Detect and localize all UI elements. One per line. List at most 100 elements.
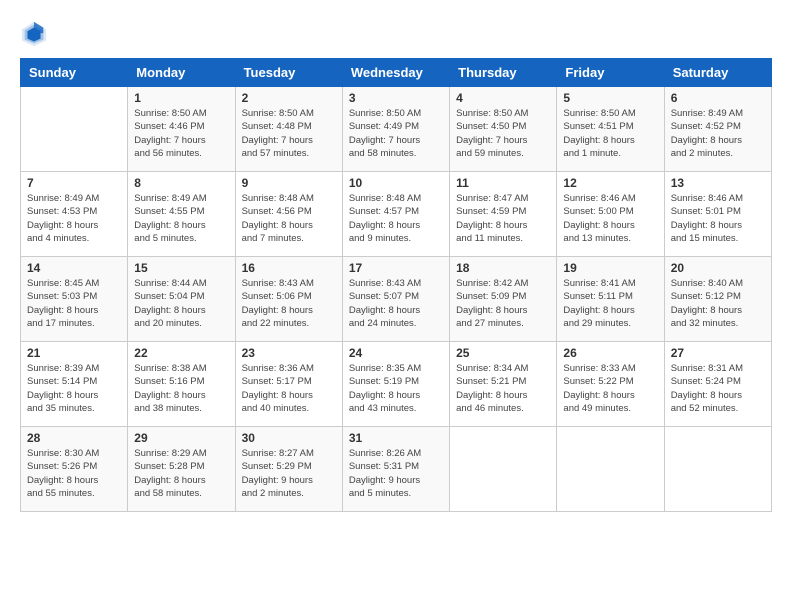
calendar-cell: 9Sunrise: 8:48 AM Sunset: 4:56 PM Daylig… (235, 172, 342, 257)
calendar-week-row: 28 Sunrise: 8:30 AM Sunset: 5:26 PM Dayli… (21, 427, 772, 512)
calendar-cell: 31 Sunrise: 8:26 AM Sunset: 5:31 PM Dayli… (342, 427, 449, 512)
day-number: 16 (242, 261, 336, 275)
weekday-header-friday: Friday (557, 59, 664, 87)
day-info: Sunrise: 8:31 AM Sunset: 5:24 PM Dayligh… (671, 362, 765, 415)
day-info: Sunrise: 8:46 AM Sunset: 5:01 PM Dayligh… (671, 192, 765, 245)
calendar-cell: 23Sunrise: 8:36 AM Sunset: 5:17 PM Dayli… (235, 342, 342, 427)
day-info: Sunrise: 8:50 AM Sunset: 4:46 PM Dayligh… (134, 107, 228, 160)
calendar-cell: 5Sunrise: 8:50 AM Sunset: 4:51 PM Daylig… (557, 87, 664, 172)
calendar-cell: 2Sunrise: 8:50 AM Sunset: 4:48 PM Daylig… (235, 87, 342, 172)
calendar-cell: 18 Sunrise: 8:42 AM Sunset: 5:09 PM Dayli… (450, 257, 557, 342)
day-info: Sunrise: 8:47 AM Sunset: 4:59 PM Dayligh… (456, 192, 550, 245)
calendar-cell: 3 Sunrise: 8:50 AM Sunset: 4:49 PM Daylig… (342, 87, 449, 172)
day-number: 23 (242, 346, 336, 360)
calendar-cell: 24 Sunrise: 8:35 AM Sunset: 5:19 PM Dayli… (342, 342, 449, 427)
calendar-week-row: 14 Sunrise: 8:45 AM Sunset: 5:03 PM Dayli… (21, 257, 772, 342)
day-info: Sunrise: 8:40 AM Sunset: 5:12 PM Dayligh… (671, 277, 765, 330)
day-info: Sunrise: 8:50 AM Sunset: 4:51 PM Dayligh… (563, 107, 657, 160)
calendar-cell: 11 Sunrise: 8:47 AM Sunset: 4:59 PM Dayli… (450, 172, 557, 257)
day-number: 29 (134, 431, 228, 445)
calendar-cell: 29 Sunrise: 8:29 AM Sunset: 5:28 PM Dayli… (128, 427, 235, 512)
day-number: 24 (349, 346, 443, 360)
day-info: Sunrise: 8:27 AM Sunset: 5:29 PM Dayligh… (242, 447, 336, 500)
day-number: 21 (27, 346, 121, 360)
calendar-cell: 15 Sunrise: 8:44 AM Sunset: 5:04 PM Dayli… (128, 257, 235, 342)
calendar-cell: 7 Sunrise: 8:49 AM Sunset: 4:53 PM Daylig… (21, 172, 128, 257)
calendar-cell: 27Sunrise: 8:31 AM Sunset: 5:24 PM Dayli… (664, 342, 771, 427)
day-number: 28 (27, 431, 121, 445)
calendar-body: 1 Sunrise: 8:50 AM Sunset: 4:46 PM Daylig… (21, 87, 772, 512)
day-info: Sunrise: 8:49 AM Sunset: 4:55 PM Dayligh… (134, 192, 228, 245)
day-number: 4 (456, 91, 550, 105)
day-number: 17 (349, 261, 443, 275)
calendar-cell: 6Sunrise: 8:49 AM Sunset: 4:52 PM Daylig… (664, 87, 771, 172)
calendar-cell: 17 Sunrise: 8:43 AM Sunset: 5:07 PM Dayli… (342, 257, 449, 342)
day-info: Sunrise: 8:43 AM Sunset: 5:06 PM Dayligh… (242, 277, 336, 330)
day-info: Sunrise: 8:30 AM Sunset: 5:26 PM Dayligh… (27, 447, 121, 500)
calendar-cell: 30 Sunrise: 8:27 AM Sunset: 5:29 PM Dayli… (235, 427, 342, 512)
day-number: 3 (349, 91, 443, 105)
weekday-header-saturday: Saturday (664, 59, 771, 87)
calendar-cell (557, 427, 664, 512)
calendar-cell: 28 Sunrise: 8:30 AM Sunset: 5:26 PM Dayli… (21, 427, 128, 512)
calendar-cell: 25 Sunrise: 8:34 AM Sunset: 5:21 PM Dayli… (450, 342, 557, 427)
calendar-header: SundayMondayTuesdayWednesdayThursdayFrid… (21, 59, 772, 87)
day-number: 22 (134, 346, 228, 360)
calendar-cell: 21 Sunrise: 8:39 AM Sunset: 5:14 PM Dayli… (21, 342, 128, 427)
day-number: 7 (27, 176, 121, 190)
day-info: Sunrise: 8:34 AM Sunset: 5:21 PM Dayligh… (456, 362, 550, 415)
calendar-cell (450, 427, 557, 512)
day-number: 20 (671, 261, 765, 275)
day-info: Sunrise: 8:48 AM Sunset: 4:57 PM Dayligh… (349, 192, 443, 245)
day-number: 26 (563, 346, 657, 360)
logo-icon (20, 20, 48, 48)
day-number: 11 (456, 176, 550, 190)
weekday-header-monday: Monday (128, 59, 235, 87)
calendar-cell: 1 Sunrise: 8:50 AM Sunset: 4:46 PM Daylig… (128, 87, 235, 172)
calendar-cell: 20 Sunrise: 8:40 AM Sunset: 5:12 PM Dayli… (664, 257, 771, 342)
day-info: Sunrise: 8:50 AM Sunset: 4:49 PM Dayligh… (349, 107, 443, 160)
calendar-cell: 19 Sunrise: 8:41 AM Sunset: 5:11 PM Dayli… (557, 257, 664, 342)
day-info: Sunrise: 8:29 AM Sunset: 5:28 PM Dayligh… (134, 447, 228, 500)
day-info: Sunrise: 8:39 AM Sunset: 5:14 PM Dayligh… (27, 362, 121, 415)
calendar-week-row: 7 Sunrise: 8:49 AM Sunset: 4:53 PM Daylig… (21, 172, 772, 257)
day-info: Sunrise: 8:44 AM Sunset: 5:04 PM Dayligh… (134, 277, 228, 330)
day-number: 10 (349, 176, 443, 190)
day-number: 15 (134, 261, 228, 275)
weekday-header-row: SundayMondayTuesdayWednesdayThursdayFrid… (21, 59, 772, 87)
weekday-header-tuesday: Tuesday (235, 59, 342, 87)
calendar-cell: 10 Sunrise: 8:48 AM Sunset: 4:57 PM Dayli… (342, 172, 449, 257)
calendar-cell (664, 427, 771, 512)
day-info: Sunrise: 8:50 AM Sunset: 4:48 PM Dayligh… (242, 107, 336, 160)
calendar-table: SundayMondayTuesdayWednesdayThursdayFrid… (20, 58, 772, 512)
calendar-cell: 8 Sunrise: 8:49 AM Sunset: 4:55 PM Daylig… (128, 172, 235, 257)
calendar-cell (21, 87, 128, 172)
day-number: 14 (27, 261, 121, 275)
day-info: Sunrise: 8:41 AM Sunset: 5:11 PM Dayligh… (563, 277, 657, 330)
day-number: 12 (563, 176, 657, 190)
day-number: 31 (349, 431, 443, 445)
day-number: 30 (242, 431, 336, 445)
day-info: Sunrise: 8:26 AM Sunset: 5:31 PM Dayligh… (349, 447, 443, 500)
day-number: 13 (671, 176, 765, 190)
page-header (20, 20, 772, 48)
day-info: Sunrise: 8:45 AM Sunset: 5:03 PM Dayligh… (27, 277, 121, 330)
weekday-header-sunday: Sunday (21, 59, 128, 87)
day-info: Sunrise: 8:43 AM Sunset: 5:07 PM Dayligh… (349, 277, 443, 330)
calendar-week-row: 1 Sunrise: 8:50 AM Sunset: 4:46 PM Daylig… (21, 87, 772, 172)
day-info: Sunrise: 8:42 AM Sunset: 5:09 PM Dayligh… (456, 277, 550, 330)
day-info: Sunrise: 8:38 AM Sunset: 5:16 PM Dayligh… (134, 362, 228, 415)
day-number: 25 (456, 346, 550, 360)
day-number: 18 (456, 261, 550, 275)
day-info: Sunrise: 8:50 AM Sunset: 4:50 PM Dayligh… (456, 107, 550, 160)
day-info: Sunrise: 8:49 AM Sunset: 4:52 PM Dayligh… (671, 107, 765, 160)
day-number: 8 (134, 176, 228, 190)
day-number: 1 (134, 91, 228, 105)
day-number: 9 (242, 176, 336, 190)
weekday-header-wednesday: Wednesday (342, 59, 449, 87)
calendar-cell: 22 Sunrise: 8:38 AM Sunset: 5:16 PM Dayli… (128, 342, 235, 427)
day-info: Sunrise: 8:49 AM Sunset: 4:53 PM Dayligh… (27, 192, 121, 245)
day-number: 19 (563, 261, 657, 275)
day-info: Sunrise: 8:35 AM Sunset: 5:19 PM Dayligh… (349, 362, 443, 415)
calendar-cell: 16 Sunrise: 8:43 AM Sunset: 5:06 PM Dayli… (235, 257, 342, 342)
